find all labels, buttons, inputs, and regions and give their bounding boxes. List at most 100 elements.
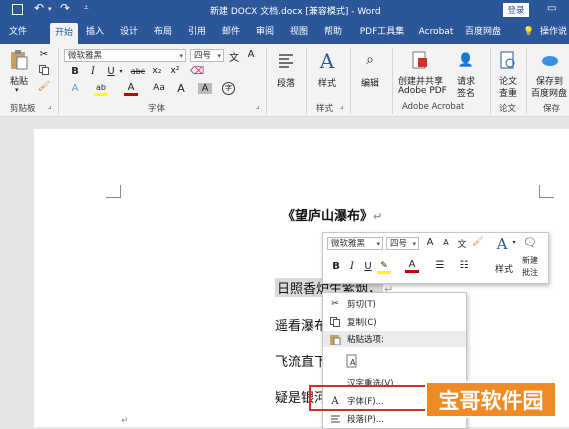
underline-dropdown-icon[interactable]: ▾ [114,68,128,75]
enclose-characters-button[interactable]: 字 [222,82,235,95]
tab-file[interactable]: 文件 [6,20,30,44]
scissors-icon[interactable]: ✂ [38,48,50,60]
document-line-2[interactable]: 遥看瀑布 [275,315,327,334]
mini-bullets-icon[interactable]: ☰ [433,260,447,271]
mini-font-size-combo[interactable]: 四号 ▾ [386,237,419,250]
create-share-pdf-line2[interactable]: Adobe PDF [398,86,447,96]
paper-check-line2[interactable]: 查重 [499,86,517,99]
paper-group-label: 论文 [499,104,517,114]
paste-button-label[interactable]: 粘贴 [10,74,28,87]
grow-font-button[interactable]: A [174,82,188,95]
tab-insert[interactable]: 插入 [84,20,106,44]
mini-format-painter-icon[interactable]: 🖌 [471,237,485,247]
paper-check-icon[interactable] [498,50,518,70]
mini-style-label[interactable]: 样式 [495,262,513,275]
subscript-button[interactable]: x₂ [150,66,164,76]
adobe-group-label: Adobe Acrobat [402,102,465,112]
clipboard-launcher-icon[interactable]: ⌟ [48,102,51,110]
highlight-button[interactable]: ab [94,83,108,96]
create-pdf-icon[interactable] [410,50,430,70]
margin-corner-tr [539,185,554,198]
mini-highlight-button[interactable]: ✎ [377,261,391,274]
wen-icon[interactable]: 文 [227,49,241,64]
save-to-netdisk-line2[interactable]: 百度网盘 [531,86,567,99]
lightbulb-icon[interactable]: 💡 [522,20,536,44]
change-case-button[interactable]: Aa [150,83,168,93]
paste-dropdown-icon[interactable]: ▾ [15,86,19,94]
mini-grow-font-button[interactable]: A [423,237,437,248]
tab-design[interactable]: 设计 [118,20,140,44]
new-comment-line1[interactable]: 新建 [522,255,538,266]
mini-font-name-combo[interactable]: 微软雅黑 ▾ [327,237,383,250]
font-color-button[interactable]: A [124,83,138,96]
menu-item-copy[interactable]: 复制(C) [323,314,466,330]
copy-icon[interactable] [38,64,50,76]
paragraph-button-label[interactable]: 段落 [277,76,295,89]
customize-quick-access-icon[interactable]: ⩡ [84,3,89,13]
tab-layout[interactable]: 布局 [152,20,174,44]
tab-home[interactable]: 开始 [50,23,78,44]
login-button[interactable]: 登录 [503,3,529,17]
tab-review[interactable]: 审阅 [254,20,276,44]
bold-button[interactable]: B [68,66,82,77]
menu-item-cut[interactable]: ✂ 剪切(T) [323,296,466,312]
search-icon[interactable]: ⌕ [360,50,380,70]
paste-text-icon: A [345,354,359,368]
tab-mailings[interactable]: 邮件 [220,20,242,44]
styles-icon[interactable]: A [314,48,340,74]
italic-button[interactable]: I [86,66,100,77]
styles-launcher-icon[interactable]: ⌟ [340,102,343,110]
mini-font-color-button[interactable]: A [405,260,419,273]
comment-icon[interactable]: 🗨 [523,236,537,249]
mini-font-name-value: 微软雅黑 [331,239,366,249]
divider [392,48,393,114]
font-size-combo[interactable]: 四号 ▾ [190,49,224,62]
document-title[interactable]: 《望庐山瀑布》↵ [282,205,382,224]
tab-help[interactable]: 帮助 [322,20,344,44]
font-name-combo[interactable]: 微软雅黑 ▾ [64,49,186,62]
tab-pdf-tools[interactable]: PDF工具集 [356,20,408,44]
document-line-3[interactable]: 飞流直下 [275,351,327,370]
margin-corner-tl [106,185,121,198]
mini-styles-dropdown-icon[interactable]: ▾ [507,239,521,246]
font-group-label: 字体 [148,104,166,114]
tab-acrobat[interactable]: Acrobat [416,20,456,44]
paragraph-icon[interactable] [276,50,296,70]
mini-phonetic-icon[interactable]: 文 [455,237,469,250]
text-effects-button[interactable]: A [68,83,82,94]
superscript-button[interactable]: x² [168,66,182,76]
mini-shrink-font-button[interactable]: A [439,238,453,247]
chevron-down-icon: ▾ [412,240,416,248]
mini-italic-button[interactable]: I [345,261,359,272]
character-shading-button[interactable]: A [198,83,212,94]
request-signature-line2[interactable]: 签名 [457,86,475,99]
redo-icon[interactable]: ↷ [60,1,70,15]
clear-format-icon[interactable]: ⌫ [190,66,204,77]
mini-bold-button[interactable]: B [329,261,343,272]
request-signature-icon[interactable]: 👤 [456,50,476,70]
styles-button-label[interactable]: 样式 [318,76,336,89]
menu-item-paste-keep-text[interactable]: A [323,351,466,371]
format-painter-icon[interactable]: 🖌 [38,80,51,92]
editing-button-label[interactable]: 编辑 [361,76,379,89]
cloud-save-icon[interactable] [540,50,560,70]
mini-underline-button[interactable]: U [361,261,375,272]
paste-icon[interactable] [8,48,30,72]
save-icon[interactable] [12,4,23,15]
strikethrough-button[interactable]: abc [128,67,148,76]
tab-view[interactable]: 视图 [288,20,310,44]
tab-references[interactable]: 引用 [186,20,208,44]
undo-dropdown-icon[interactable]: ▾ [48,5,52,13]
font-launcher-icon[interactable]: ⌟ [256,102,259,110]
title-bar: ↶ ▾ ↷ ⩡ 新建 DOCX 文档.docx [兼容模式] - Word 登录… [0,0,569,20]
tab-baidu-netdisk[interactable]: 百度网盘 [462,20,504,44]
mini-numbering-icon[interactable]: ☷ [457,260,471,271]
ribbon-display-icon[interactable]: ▭ [547,3,556,14]
tell-me-search[interactable]: 操作说 [538,20,569,44]
paragraph-mark: ↵ [373,210,383,223]
ribbon-tabs: 文件 开始 插入 设计 布局 引用 邮件 审阅 视图 帮助 PDF工具集 Acr… [0,20,569,44]
new-comment-line2[interactable]: 批注 [522,267,538,278]
menu-item-label: 剪切(T) [347,300,376,310]
undo-icon[interactable]: ↶ [34,1,44,15]
more-font-icon[interactable]: A [244,49,258,60]
